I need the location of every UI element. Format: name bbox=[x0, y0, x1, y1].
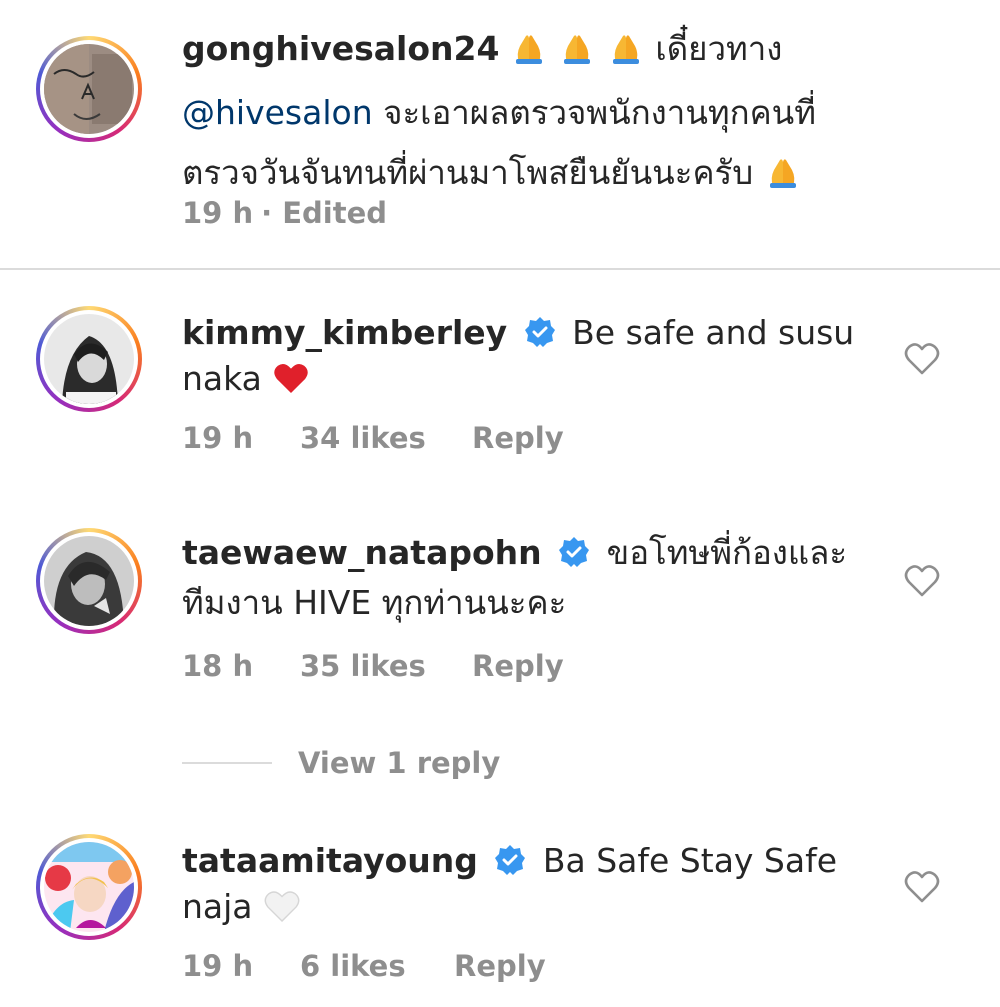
reply-button[interactable]: Reply bbox=[472, 421, 564, 455]
avatar-photo bbox=[44, 536, 134, 626]
mention-link[interactable]: @hivesalon bbox=[182, 93, 373, 132]
like-heart-icon[interactable] bbox=[904, 870, 940, 904]
comment-text-line1: Ba Safe Stay Safe bbox=[542, 841, 838, 880]
comment-text-line2: naka bbox=[182, 359, 262, 398]
pray-emoji-icon bbox=[510, 29, 559, 68]
likes-count[interactable]: 6 likes bbox=[300, 949, 406, 983]
likes-count[interactable]: 35 likes bbox=[300, 649, 426, 683]
avatar-photo bbox=[44, 314, 134, 404]
avatar[interactable] bbox=[36, 36, 142, 142]
like-heart-icon[interactable] bbox=[904, 342, 940, 376]
pray-emoji-icon bbox=[558, 29, 607, 68]
comment-text-line2: ทีมงาน HIVE ทุกท่านนะคะ bbox=[182, 583, 567, 622]
reply-button[interactable]: Reply bbox=[472, 649, 564, 683]
verified-badge-icon bbox=[518, 313, 573, 352]
comment-username[interactable]: tataamitayoung bbox=[182, 841, 478, 880]
comment-text-line2: naja bbox=[182, 887, 253, 926]
comment-meta: 19 h 34 likes Reply bbox=[182, 420, 602, 456]
avatar[interactable] bbox=[36, 834, 142, 940]
view-replies-button[interactable]: View 1 reply bbox=[182, 740, 500, 786]
comment-text: taewaew_natapohn ขอโทษพี่ก้องและ ทีมงาน … bbox=[182, 530, 847, 626]
avatar[interactable] bbox=[36, 528, 142, 634]
view-replies-label: View 1 reply bbox=[298, 746, 501, 780]
likes-count[interactable]: 34 likes bbox=[300, 421, 426, 455]
caption-time: 19 h bbox=[182, 196, 254, 230]
comment-text-line1: ขอโทษพี่ก้องและ bbox=[606, 533, 848, 572]
avatar-photo bbox=[44, 842, 134, 932]
comment-time: 18 h bbox=[182, 649, 254, 683]
red-heart-emoji-icon bbox=[272, 359, 310, 398]
view-replies-line bbox=[182, 762, 272, 764]
caption-text-line3: ตรวจวันจันทนที่ผ่านมาโพสยืนยันนะครับ bbox=[182, 153, 754, 192]
verified-badge-icon bbox=[552, 533, 607, 572]
avatar-photo bbox=[44, 44, 134, 134]
divider bbox=[0, 268, 1000, 270]
like-heart-icon[interactable] bbox=[904, 564, 940, 598]
comment-time: 19 h bbox=[182, 421, 254, 455]
comment-meta: 19 h 6 likes Reply bbox=[182, 948, 602, 984]
caption-text-line1: เดี๋ยวทาง bbox=[655, 29, 783, 68]
comment-username[interactable]: kimmy_kimberley bbox=[182, 313, 507, 352]
pray-emoji-icon bbox=[607, 29, 656, 68]
comment-text: tataamitayoung Ba Safe Stay Safe naja bbox=[182, 838, 837, 930]
avatar[interactable] bbox=[36, 306, 142, 412]
caption-meta: 19 h · Edited bbox=[182, 196, 387, 230]
comment-time: 19 h bbox=[182, 949, 254, 983]
comment-text-line1: Be safe and susu bbox=[572, 313, 855, 352]
caption-text: gonghivesalon24 เดี๋ยวทาง @hivesalon จะเ… bbox=[182, 26, 816, 196]
caption-username[interactable]: gonghivesalon24 bbox=[182, 29, 499, 68]
comment-meta: 18 h 35 likes Reply bbox=[182, 648, 602, 684]
caption-edited: · Edited bbox=[261, 196, 388, 230]
caption-block: gonghivesalon24 เดี๋ยวทาง @hivesalon จะเ… bbox=[0, 0, 1000, 268]
reply-button[interactable]: Reply bbox=[454, 949, 546, 983]
white-heart-emoji-icon bbox=[263, 887, 301, 926]
comment-text: kimmy_kimberley Be safe and susu naka bbox=[182, 310, 854, 402]
verified-badge-icon bbox=[488, 841, 543, 880]
comment-username[interactable]: taewaew_natapohn bbox=[182, 533, 542, 572]
pray-emoji-icon bbox=[764, 153, 802, 192]
caption-text-line2: จะเอาผลตรวจพนักงานทุกคนที่ bbox=[383, 93, 816, 132]
